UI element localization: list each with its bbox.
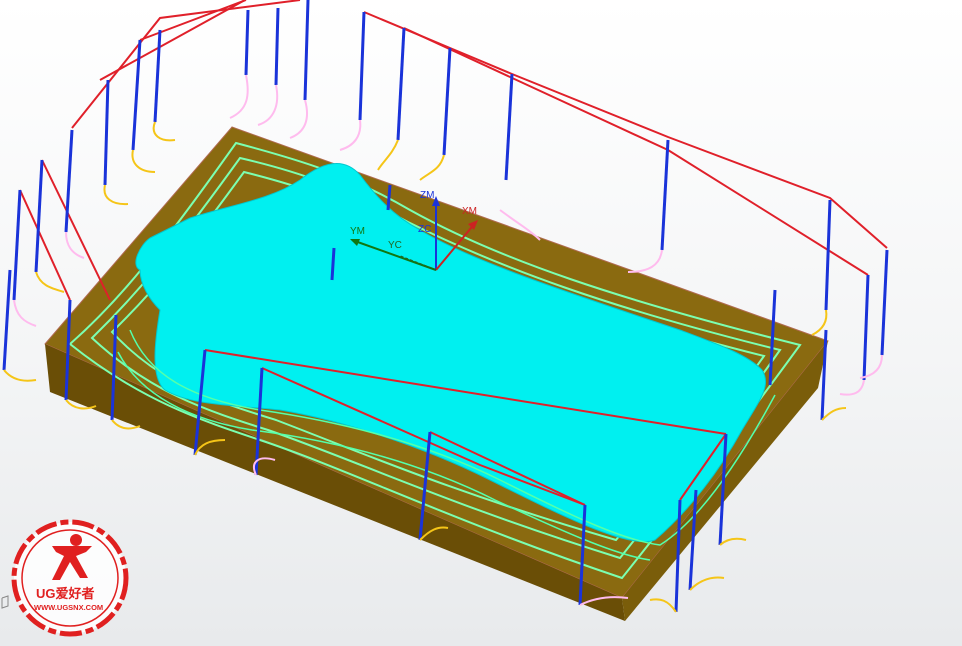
engage-move — [153, 29, 162, 123]
engage-move — [330, 247, 336, 281]
engage-move — [103, 79, 110, 186]
logo-url-text: WWW.UGSNX.COM — [34, 603, 103, 612]
retract-arc — [289, 99, 309, 139]
graphics-viewport[interactable]: ZM XM YM ZC YC UG爱好者 WWW.UGSNX.COM — [0, 0, 962, 646]
ym-label: YM — [350, 226, 365, 237]
engage-move — [2, 269, 12, 371]
logo-ring — [11, 519, 129, 637]
engage-move — [396, 27, 406, 141]
engage-move — [386, 184, 392, 211]
engage-move — [274, 7, 280, 86]
logo-brand-text: UG爱好者 — [36, 586, 95, 601]
retract-arc — [229, 74, 249, 119]
retract-arc — [339, 119, 362, 151]
engage-move — [824, 199, 832, 311]
engage-move — [504, 73, 514, 181]
engage-move — [660, 139, 670, 251]
engage-arc — [131, 149, 156, 173]
engage-move — [880, 249, 889, 356]
retract-arc — [13, 299, 37, 327]
engage-arc — [152, 121, 176, 142]
zc-label: ZC — [418, 224, 431, 235]
retract-arc — [627, 249, 663, 273]
engage-arc — [35, 271, 65, 293]
engage-move — [244, 9, 250, 76]
engage-move — [34, 159, 44, 273]
toolpath-scene: ZM XM YM ZC YC UG爱好者 WWW.UGSNX.COM — [1, 0, 889, 637]
retract-arc — [839, 379, 865, 396]
rapid-move — [41, 159, 111, 301]
zm-label: ZM — [420, 190, 434, 201]
engage-arc — [649, 598, 677, 613]
engage-arc — [719, 537, 747, 546]
view-orientation-icon — [1, 595, 9, 609]
engage-arc — [821, 407, 847, 421]
engage-move — [862, 274, 870, 381]
engage-arc — [689, 576, 725, 591]
engage-arc — [811, 309, 828, 336]
ugsnx-logo: UG爱好者 WWW.UGSNX.COM — [11, 519, 129, 637]
engage-move — [12, 189, 22, 301]
engage-move — [131, 39, 142, 151]
retract-arc — [65, 231, 85, 259]
engage-move — [303, 0, 310, 101]
engage-arc — [3, 369, 37, 382]
rapid-move — [139, 0, 247, 41]
engage-move — [358, 11, 366, 121]
engage-move — [442, 47, 452, 156]
engage-arc — [377, 139, 399, 171]
engage-arc — [103, 184, 129, 206]
rapid-move — [99, 0, 246, 81]
yc-label: YC — [388, 240, 402, 251]
xm-label: XM — [462, 206, 477, 217]
engage-arc — [419, 154, 445, 181]
retract-arc — [257, 84, 279, 126]
